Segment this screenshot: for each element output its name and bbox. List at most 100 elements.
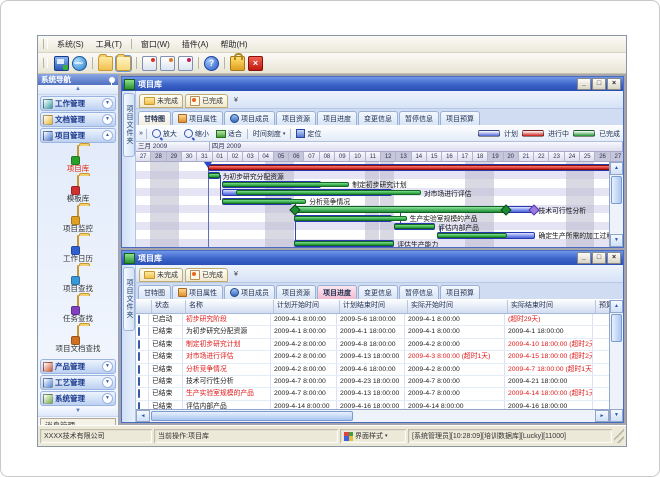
chevron-icon[interactable]: ▼ bbox=[102, 393, 113, 404]
chevron-icon[interactable]: ▼ bbox=[102, 98, 113, 109]
ui-style-button[interactable]: 界面样式 ▾ bbox=[340, 429, 406, 443]
column-header-2[interactable]: 计划开始时间 bbox=[274, 300, 340, 313]
scroll-up-button[interactable]: ▲ bbox=[610, 162, 623, 175]
sidebar-group-bottom-1[interactable]: 工艺管理▼ bbox=[40, 375, 116, 390]
horizontal-scrollbar[interactable]: ◄► bbox=[136, 409, 609, 422]
mail-report-icon[interactable] bbox=[160, 56, 175, 71]
gantt-bar-phase-done[interactable] bbox=[294, 206, 507, 213]
column-header-1[interactable]: 名称 bbox=[186, 300, 274, 313]
subtab-finished[interactable]: 已完成 bbox=[185, 268, 228, 282]
scroll-down-button[interactable]: ▼ bbox=[610, 234, 623, 247]
sidebar-item-0[interactable]: 项目库 bbox=[38, 146, 118, 176]
maximize-button[interactable]: □ bbox=[592, 78, 606, 90]
gantt-bar-done[interactable] bbox=[236, 190, 421, 195]
tab-7[interactable]: 项目预算 bbox=[440, 285, 480, 299]
scrollbar-thumb[interactable] bbox=[611, 314, 622, 342]
window-titlebar[interactable]: 项目库_□× bbox=[122, 251, 623, 265]
scrollbar-track[interactable] bbox=[610, 343, 623, 409]
close-button[interactable]: × bbox=[607, 78, 621, 90]
zoom-out-button[interactable]: 缩小 bbox=[182, 129, 211, 139]
fit-button[interactable]: 适合 bbox=[214, 129, 244, 139]
table-row-1[interactable]: 已结束为初步研究分配资源2009-4-1 8:00:002009-4-1 18:… bbox=[136, 326, 609, 338]
tab-2[interactable]: 项目成员 bbox=[224, 285, 275, 299]
gantt-bar-done[interactable] bbox=[294, 241, 395, 246]
maximize-button[interactable]: □ bbox=[592, 252, 606, 264]
table-row-5[interactable]: 已结束技术可行性分析2009-4-7 8:00:002009-4-23 18:0… bbox=[136, 376, 609, 388]
tab-3[interactable]: 项目资源 bbox=[276, 285, 316, 299]
sidebar-group-top-2[interactable]: 项目管理▲ bbox=[40, 128, 116, 143]
subtab-more-button[interactable]: ¥ bbox=[230, 271, 242, 278]
sidebar-scroll-down[interactable]: ▼ bbox=[38, 407, 118, 417]
subtab-finished[interactable]: 已完成 bbox=[185, 94, 228, 108]
tab-4[interactable]: 项目进度 bbox=[317, 111, 357, 125]
subtab-more-button[interactable]: ¥ bbox=[230, 97, 242, 104]
project-folders-side-tab[interactable]: 项目文件夹 bbox=[123, 267, 135, 331]
scroll-up-button[interactable]: ▲ bbox=[610, 300, 623, 313]
sidebar-item-3[interactable]: 工作日历 bbox=[38, 236, 118, 266]
tab-3[interactable]: 项目资源 bbox=[276, 111, 316, 125]
report-icon[interactable] bbox=[142, 56, 157, 71]
minimize-button[interactable]: _ bbox=[577, 78, 591, 90]
web-icon[interactable] bbox=[72, 56, 87, 71]
project-folders-side-tab[interactable]: 项目文件夹 bbox=[123, 93, 135, 157]
tab-2[interactable]: 项目成员 bbox=[224, 111, 275, 125]
scrollbar-track[interactable] bbox=[354, 410, 595, 422]
table-row-0[interactable]: 已启动初步研究阶段2009-4-1 8:00:002009-5-6 18:00:… bbox=[136, 314, 609, 326]
tab-6[interactable]: 暂停信息 bbox=[399, 285, 439, 299]
vertical-scrollbar[interactable]: ▲▼ bbox=[609, 300, 623, 422]
column-header-0[interactable]: 状态 bbox=[152, 300, 186, 313]
exit-icon[interactable] bbox=[248, 56, 263, 71]
sidebar-item-6[interactable]: 项目文档查找 bbox=[38, 326, 118, 356]
gantt-bar-done[interactable] bbox=[394, 224, 435, 229]
gantt-bar-inprogress[interactable] bbox=[208, 165, 609, 170]
timescale-button[interactable]: 时间刻度▾ bbox=[251, 129, 288, 139]
column-header-4[interactable]: 实际开始时间 bbox=[408, 300, 508, 313]
tab-4[interactable]: 项目进度 bbox=[317, 285, 357, 299]
scroll-right-button[interactable]: ► bbox=[595, 410, 609, 422]
scroll-left-button[interactable]: ◄ bbox=[136, 410, 150, 422]
resize-grip[interactable] bbox=[614, 429, 624, 443]
menu-item-0[interactable]: 系统(S) bbox=[51, 38, 90, 51]
help-icon[interactable] bbox=[204, 56, 219, 71]
menu-grip[interactable] bbox=[43, 39, 48, 49]
scrollbar-thumb[interactable] bbox=[151, 411, 353, 421]
chevron-icon[interactable]: ▼ bbox=[102, 114, 113, 125]
tab-0[interactable]: 甘特图 bbox=[138, 285, 171, 299]
column-header-3[interactable]: 计划结束时间 bbox=[340, 300, 408, 313]
menu-item-3[interactable]: 插件(A) bbox=[176, 38, 215, 51]
sidebar-group-top-1[interactable]: 文档管理▼ bbox=[40, 112, 116, 127]
table-row-7[interactable]: 已结束评估内部产品2009-4-14 8:00:002009-4-16 18:0… bbox=[136, 401, 609, 409]
sidebar-item-2[interactable]: 项目监控 bbox=[38, 206, 118, 236]
sidebar-item-1[interactable]: 模板库 bbox=[38, 176, 118, 206]
tab-5[interactable]: 变更信息 bbox=[358, 111, 398, 125]
gantt-toolbar-more[interactable]: » bbox=[139, 130, 143, 137]
chevron-icon[interactable]: ▼ bbox=[102, 377, 113, 388]
notes-report-icon[interactable] bbox=[178, 56, 193, 71]
sidebar-item-5[interactable]: 任务查找 bbox=[38, 296, 118, 326]
gantt-bar-done[interactable] bbox=[294, 216, 407, 221]
lock-icon[interactable] bbox=[230, 56, 245, 71]
column-header-5[interactable]: 实际结束时间 bbox=[508, 300, 596, 313]
workspace-icon[interactable] bbox=[54, 56, 69, 71]
sidebar-group-bottom-0[interactable]: 产品管理▼ bbox=[40, 359, 116, 374]
tab-7[interactable]: 项目预算 bbox=[440, 111, 480, 125]
subtab-unfinished[interactable]: 未完成 bbox=[139, 268, 183, 282]
tab-5[interactable]: 变更信息 bbox=[358, 285, 398, 299]
table-row-2[interactable]: 已结束制定初步研究计划2009-4-2 8:00:002009-4-8 18:0… bbox=[136, 339, 609, 351]
tab-6[interactable]: 暂停信息 bbox=[399, 111, 439, 125]
vertical-scrollbar[interactable]: ▲▼ bbox=[609, 162, 623, 247]
tab-1[interactable]: 项目属性 bbox=[172, 111, 223, 125]
table-row-4[interactable]: 已结束分析竞争情况2009-4-2 8:00:002009-4-6 18:00:… bbox=[136, 364, 609, 376]
zoom-in-button[interactable]: 放大 bbox=[150, 129, 179, 139]
minimize-button[interactable]: _ bbox=[577, 252, 591, 264]
sidebar-group-top-0[interactable]: 工作管理▼ bbox=[40, 96, 116, 111]
window-titlebar[interactable]: 项目库_□× bbox=[122, 77, 623, 91]
tab-message-management[interactable]: 消息管理 bbox=[40, 418, 116, 425]
menu-item-1[interactable]: 工具(T) bbox=[90, 38, 128, 51]
scroll-down-button[interactable]: ▼ bbox=[610, 409, 623, 422]
chevron-icon[interactable]: ▼ bbox=[102, 361, 113, 372]
tab-0[interactable]: 甘特图 bbox=[138, 111, 171, 125]
scrollbar-track[interactable] bbox=[610, 205, 623, 234]
table-row-3[interactable]: 已结束对市场进行评估2009-4-2 8:00:002009-4-13 18:0… bbox=[136, 351, 609, 363]
tab-1[interactable]: 项目属性 bbox=[172, 285, 223, 299]
